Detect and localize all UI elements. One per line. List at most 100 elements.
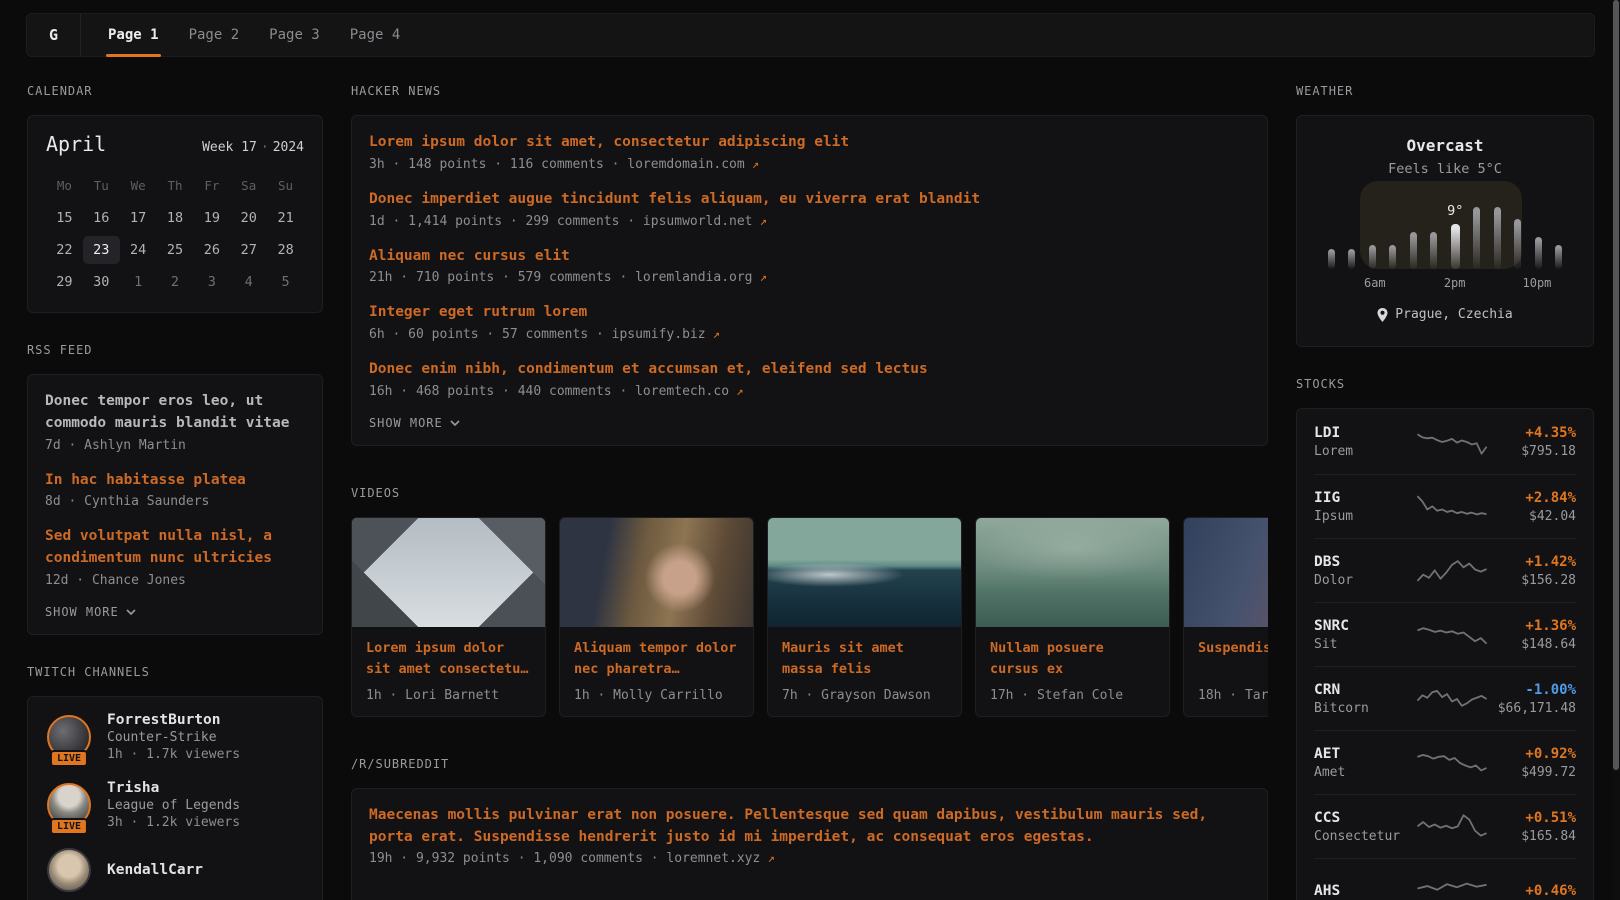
page-tabs: Page 1 Page 2 Page 3 Page 4 — [81, 14, 415, 56]
weather-hour-bar: 9° — [1451, 224, 1460, 269]
hacker-news-card: Lorem ipsum dolor sit amet, consectetur … — [351, 115, 1268, 446]
stock-sparkline — [1416, 874, 1488, 900]
feed-item-title[interactable]: Integer eget rutrum lorem — [369, 302, 1250, 324]
feed-item: In hac habitasse platea 8d · Cynthia Sau… — [45, 470, 305, 510]
scrollbar-thumb[interactable] — [1613, 0, 1619, 770]
feed-item: Maecenas mollis pulvinar erat non posuer… — [369, 805, 1250, 867]
video-card[interactable]: Mauris sit amet massa felis 7h · Grayson… — [767, 517, 962, 717]
video-card[interactable]: Nullam posuere cursus ex 17h · Stefan Co… — [975, 517, 1170, 717]
feed-item-meta: 7d · Ashlyn Martin — [45, 438, 305, 453]
video-thumbnail — [352, 518, 545, 627]
stock-ticker: AET — [1314, 746, 1416, 762]
stock-ticker: DBS — [1314, 554, 1416, 570]
feed-item-meta: 12d · Chance Jones — [45, 573, 305, 588]
videos-label: VIDEOS — [351, 486, 1268, 500]
video-card[interactable]: Aliquam tempor dolor nec pharetra… 1h · … — [559, 517, 754, 717]
stock-name: Consectetur — [1314, 829, 1416, 844]
stock-row[interactable]: CCS Consectetur +0.51% $165.84 — [1314, 794, 1576, 858]
external-link-icon: ↗ — [760, 851, 774, 865]
feed-item-meta: 3h · 148 points · 116 comments · loremdo… — [369, 157, 1250, 172]
twitch-widget: TWITCH CHANNELS LIVE ForrestBurton Count… — [27, 665, 323, 900]
stock-row[interactable]: IIG Ipsum +2.84% $42.04 — [1314, 474, 1576, 538]
stock-ticker: CRN — [1314, 682, 1416, 698]
stock-sparkline — [1416, 810, 1488, 844]
feed-item-meta: 19h · 9,932 points · 1,090 comments · lo… — [369, 851, 1250, 866]
avatar: LIVE — [45, 783, 93, 827]
stock-ticker: AHS — [1314, 883, 1416, 899]
channel-viewers: 3h · 1.2k viewers — [107, 815, 240, 830]
chevron-down-icon — [126, 609, 136, 615]
calendar-day-cell: 19 — [193, 204, 230, 232]
twitch-channel-row[interactable]: LIVE ForrestBurton Counter-Strike 1h · 1… — [45, 712, 305, 762]
calendar-day-header: Sa — [230, 172, 267, 200]
calendar-day-cell: 25 — [157, 236, 194, 264]
live-badge: LIVE — [50, 818, 88, 835]
stock-name: Sit — [1314, 637, 1416, 652]
channel-name: Trisha — [107, 780, 240, 796]
dashboard-grid: CALENDAR April Week 17·2024 MoTuWeThFrSa… — [27, 84, 1594, 900]
feed-item-title[interactable]: Donec tempor eros leo, ut commodo mauris… — [45, 391, 305, 435]
stock-row[interactable]: AHS +0.46% — [1314, 858, 1576, 900]
weather-label: WEATHER — [1296, 84, 1594, 98]
stock-row[interactable]: SNRC Sit +1.36% $148.64 — [1314, 602, 1576, 666]
twitch-channel-row[interactable]: LIVE Trisha League of Legends 3h · 1.2k … — [45, 780, 305, 830]
page-tab[interactable]: Page 1 — [93, 14, 174, 56]
time-axis-label: 2pm — [1444, 276, 1466, 290]
chevron-down-icon — [450, 420, 460, 426]
stock-row[interactable]: CRN Bitcorn -1.00% $66,171.48 — [1314, 666, 1576, 730]
external-link-icon: ↗ — [745, 157, 759, 171]
video-card[interactable]: Suspendisse diam 18h · Tara — [1183, 517, 1268, 717]
left-column: CALENDAR April Week 17·2024 MoTuWeThFrSa… — [27, 84, 323, 900]
subreddit-card: Maecenas mollis pulvinar erat non posuer… — [351, 788, 1268, 900]
calendar-day-cell: 5 — [267, 268, 304, 296]
stock-name: Amet — [1314, 765, 1416, 780]
videos-widget: VIDEOS Lorem ipsum dolor sit amet consec… — [351, 486, 1268, 717]
calendar-day-header: Su — [267, 172, 304, 200]
calendar-day-cell: 28 — [267, 236, 304, 264]
weather-hour-bar — [1494, 207, 1501, 269]
stock-sparkline — [1416, 746, 1488, 780]
feed-item-title[interactable]: Lorem ipsum dolor sit amet, consectetur … — [369, 132, 1250, 154]
video-card[interactable]: Lorem ipsum dolor sit amet consectetu… 1… — [351, 517, 546, 717]
twitch-channel-row[interactable]: LIVE KendallCarr — [45, 848, 305, 892]
stock-row[interactable]: AET Amet +0.92% $499.72 — [1314, 730, 1576, 794]
feed-item-title[interactable]: In hac habitasse platea — [45, 470, 305, 492]
stock-row[interactable]: DBS Dolor +1.42% $156.28 — [1314, 538, 1576, 602]
channel-viewers: 1h · 1.7k viewers — [107, 747, 240, 762]
rss-show-more-button[interactable]: SHOW MORE — [45, 605, 305, 619]
page-scrollbar[interactable] — [1612, 0, 1620, 900]
page-tab[interactable]: Page 3 — [254, 14, 335, 56]
stock-row[interactable]: LDI Lorem +4.35% $795.18 — [1314, 410, 1576, 474]
stock-change-percent: +2.84% — [1488, 490, 1576, 506]
feed-item-title[interactable]: Donec enim nibh, condimentum et accumsan… — [369, 359, 1250, 381]
stocks-card: LDI Lorem +4.35% $795.18 IIG Ipsum +2.84… — [1296, 408, 1594, 900]
weather-condition: Overcast — [1314, 136, 1576, 155]
hacker-news-label: HACKER NEWS — [351, 84, 1268, 98]
feed-item-title[interactable]: Aliquam nec cursus elit — [369, 246, 1250, 268]
page-tab[interactable]: Page 4 — [335, 14, 416, 56]
calendar-card: April Week 17·2024 MoTuWeThFrSaSu1516171… — [27, 115, 323, 313]
feed-item-title[interactable]: Maecenas mollis pulvinar erat non posuer… — [369, 805, 1250, 849]
calendar-day-header: Mo — [46, 172, 83, 200]
twitch-card: LIVE ForrestBurton Counter-Strike 1h · 1… — [27, 696, 323, 900]
feed-item: Donec enim nibh, condimentum et accumsan… — [369, 359, 1250, 399]
stock-price: $66,171.48 — [1488, 701, 1576, 716]
hn-show-more-button[interactable]: SHOW MORE — [369, 416, 1250, 430]
feed-item-title[interactable]: Sed volutpat nulla nisl, a condimentum n… — [45, 526, 305, 570]
weather-hour-bar — [1473, 207, 1480, 269]
feed-item-meta: 21h · 710 points · 579 comments · loreml… — [369, 270, 1250, 285]
page-tab[interactable]: Page 2 — [174, 14, 255, 56]
feed-item-title[interactable]: Donec imperdiet augue tincidunt felis al… — [369, 189, 1250, 211]
stock-name: Ipsum — [1314, 509, 1416, 524]
stock-price: $148.64 — [1488, 637, 1576, 652]
app-logo[interactable]: G — [27, 14, 81, 56]
channel-game: Counter-Strike — [107, 730, 240, 745]
calendar-day-header: Tu — [83, 172, 120, 200]
video-meta: 17h · Stefan Cole — [990, 688, 1155, 703]
subreddit-widget: /R/SUBREDDIT Maecenas mollis pulvinar er… — [351, 757, 1268, 900]
external-link-icon: ↗ — [753, 270, 767, 284]
weather-hour-bar — [1410, 232, 1417, 269]
map-pin-icon — [1377, 308, 1388, 322]
stock-price: $165.84 — [1488, 829, 1576, 844]
video-title: Aliquam tempor dolor nec pharetra… — [574, 638, 739, 681]
